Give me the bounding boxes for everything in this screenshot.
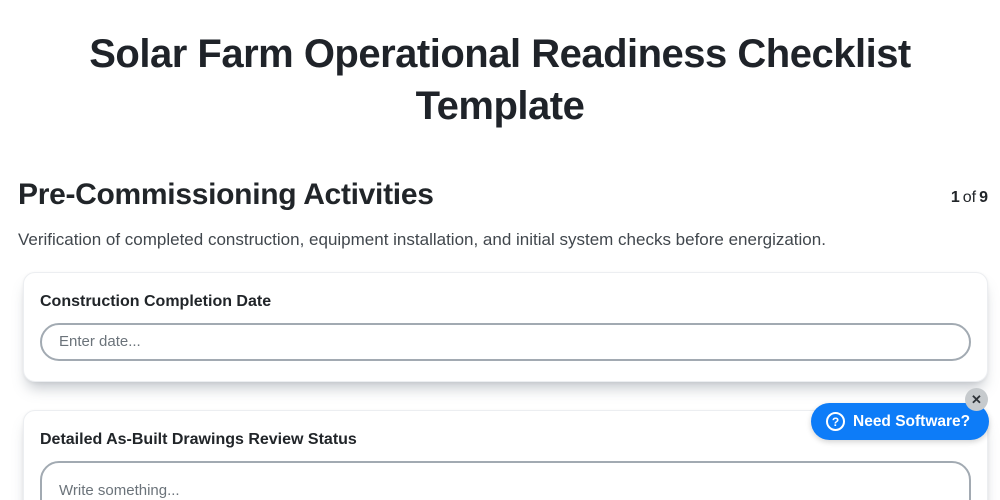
section-header: Pre-Commissioning Activities 1 of 9 xyxy=(18,176,988,214)
close-icon[interactable]: ✕ xyxy=(965,388,988,411)
field-label-construction-completion-date: Construction Completion Date xyxy=(40,292,272,310)
question-circle-icon: ? xyxy=(826,412,845,431)
section-heading: Pre-Commissioning Activities xyxy=(18,178,434,211)
page-counter-separator: of xyxy=(962,188,977,206)
page-title: Solar Farm Operational Readiness Checkli… xyxy=(89,32,911,128)
as-built-drawings-review-input[interactable] xyxy=(40,460,971,500)
field-card-construction-completion-date: Construction Completion Date xyxy=(23,271,988,382)
section-description: Verification of completed construction, … xyxy=(18,229,826,249)
page-counter-current: 1 xyxy=(950,188,960,206)
construction-completion-date-input[interactable] xyxy=(40,322,971,361)
page-counter-total: 9 xyxy=(979,188,988,206)
need-software-button[interactable]: ? Need Software? xyxy=(811,403,990,440)
need-software-label: Need Software? xyxy=(853,412,971,430)
page-counter: 1 of 9 xyxy=(951,189,988,207)
